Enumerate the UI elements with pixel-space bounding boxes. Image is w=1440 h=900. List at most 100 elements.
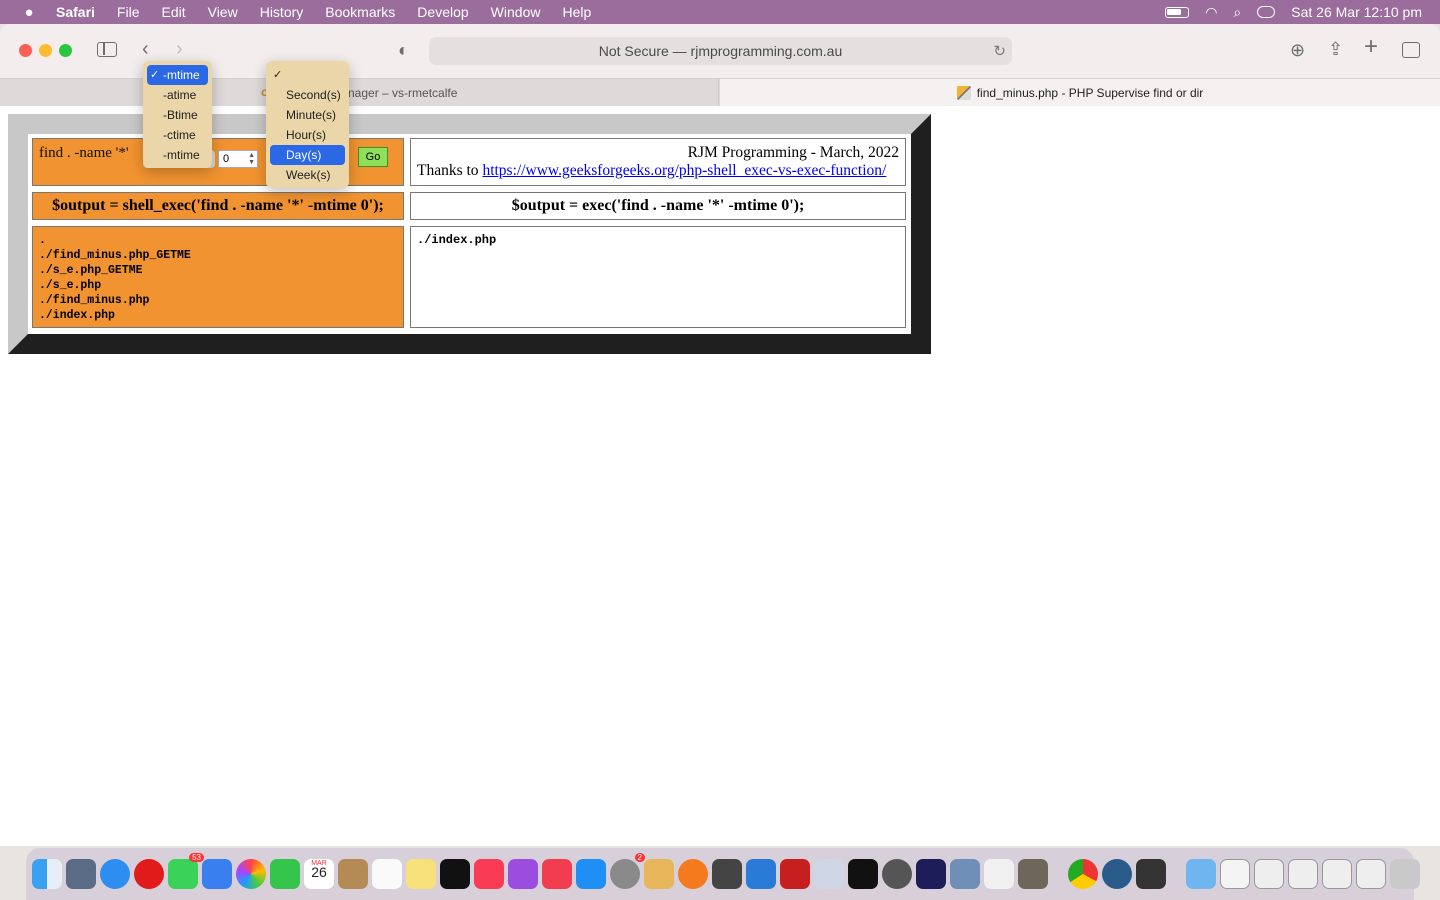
address-text: Not Secure — rjmprogramming.com.au <box>598 43 843 59</box>
tab-overview-icon[interactable] <box>1402 42 1420 58</box>
finder-icon[interactable] <box>32 859 62 889</box>
terminal-icon[interactable] <box>848 859 878 889</box>
utility-icon[interactable] <box>1136 859 1166 889</box>
sidebar-toggle-icon[interactable] <box>97 42 117 57</box>
geeksforgeeks-link[interactable]: https://www.geeksforgeeks.org/php-shell_… <box>482 162 886 179</box>
menu-file[interactable]: File <box>117 4 140 20</box>
option-seconds[interactable]: Second(s) <box>270 85 345 105</box>
reload-icon[interactable]: ↻ <box>993 42 1006 60</box>
reminders-icon[interactable] <box>372 859 402 889</box>
option-atime[interactable]: -atime <box>147 85 208 105</box>
filezilla-icon[interactable] <box>780 859 810 889</box>
address-bar[interactable]: Not Secure — rjmprogramming.com.au ↻ <box>429 37 1012 65</box>
option-days[interactable]: Day(s) <box>270 145 345 165</box>
checkmark-icon: ✓ <box>150 69 160 81</box>
menu-window[interactable]: Window <box>491 4 541 20</box>
safari-window: ‹ › ◐ Not Secure — rjmprogramming.com.au… <box>0 24 1440 846</box>
option-minutes[interactable]: Minute(s) <box>270 105 345 125</box>
preview-icon[interactable] <box>950 859 980 889</box>
window-thumbnail-icon[interactable] <box>1288 859 1318 889</box>
new-tab-icon[interactable]: + <box>1364 35 1378 59</box>
firefox-icon[interactable] <box>678 859 708 889</box>
apple-menu-icon[interactable]: ● <box>20 4 38 21</box>
wifi-icon[interactable]: ◠ <box>1205 4 1217 21</box>
find-command-text: find . -name '*' <box>39 145 129 161</box>
quicktime-icon[interactable] <box>1102 859 1132 889</box>
messages-badge: 53 <box>189 853 204 862</box>
option-mtime[interactable]: ✓ -mtime <box>147 65 208 85</box>
facetime-icon[interactable] <box>270 859 300 889</box>
apple-tv-icon[interactable] <box>440 859 470 889</box>
textedit-icon[interactable] <box>984 859 1014 889</box>
gimp-icon[interactable] <box>1018 859 1048 889</box>
contacts-icon[interactable] <box>338 859 368 889</box>
checkmark-icon: ✓ <box>273 69 283 81</box>
go-button[interactable]: Go <box>358 147 388 167</box>
shell-exec-output: . ./find_minus.php_GETME ./s_e.php_GETME… <box>32 226 404 328</box>
news-icon[interactable] <box>542 859 572 889</box>
app-store-icon[interactable] <box>576 859 606 889</box>
option-blank[interactable]: ✓ <box>270 65 345 85</box>
zoom-window-button[interactable] <box>59 44 72 57</box>
option-ctime[interactable]: -ctime <box>147 125 208 145</box>
menu-edit[interactable]: Edit <box>161 4 185 20</box>
photos-icon[interactable] <box>236 859 266 889</box>
clock[interactable]: Sat 26 Mar 12:10 pm <box>1291 4 1422 20</box>
window-thumbnail-icon[interactable] <box>1356 859 1386 889</box>
chrome-icon[interactable] <box>1068 859 1098 889</box>
opera-icon[interactable] <box>134 859 164 889</box>
window-thumbnail-icon[interactable] <box>1254 859 1284 889</box>
menu-bookmarks[interactable]: Bookmarks <box>325 4 395 20</box>
sequel-icon[interactable] <box>882 859 912 889</box>
menu-develop[interactable]: Develop <box>417 4 468 20</box>
menu-view[interactable]: View <box>208 4 238 20</box>
menu-help[interactable]: Help <box>562 4 591 20</box>
podcasts-icon[interactable] <box>508 859 538 889</box>
notes-icon[interactable] <box>406 859 436 889</box>
back-icon[interactable]: ‹ <box>142 39 149 59</box>
mail-icon[interactable] <box>202 859 232 889</box>
game-icon[interactable] <box>644 859 674 889</box>
option-weeks[interactable]: Week(s) <box>270 165 345 185</box>
messages-icon[interactable]: 53 <box>168 853 204 889</box>
web-page: find . -name '*' RJM Programming - March… <box>0 106 1440 846</box>
option-btime[interactable]: -Btime <box>147 105 208 125</box>
menu-history[interactable]: History <box>260 4 304 20</box>
tab-title: find_minus.php - PHP Supervise find or d… <box>976 85 1204 100</box>
tab-active[interactable]: find_minus.php - PHP Supervise find or d… <box>720 79 1440 106</box>
forward-icon[interactable]: › <box>176 39 183 59</box>
music-icon[interactable] <box>474 859 504 889</box>
calendar-icon[interactable]: MAR 26 <box>304 859 334 889</box>
shell-exec-heading: $output = shell_exec('find . -name '*' -… <box>32 192 404 220</box>
trash-icon[interactable] <box>1390 859 1420 889</box>
thanks-line: Thanks to https://www.geeksforgeeks.org/… <box>417 162 899 180</box>
share-icon[interactable]: ⇪ <box>1328 40 1343 58</box>
close-window-button[interactable] <box>19 44 32 57</box>
safari-icon[interactable] <box>100 859 130 889</box>
downloads-icon[interactable]: ⊕ <box>1290 41 1305 59</box>
window-thumbnail-icon[interactable] <box>1220 859 1250 889</box>
intellij-icon[interactable] <box>916 859 946 889</box>
launchpad-icon[interactable] <box>66 859 96 889</box>
system-preferences-icon[interactable]: 2 <box>610 853 645 889</box>
privacy-shield-icon[interactable]: ◐ <box>398 41 409 59</box>
thanks-prefix: Thanks to <box>417 162 483 179</box>
exec-heading: $output = exec('find . -name '*' -mtime … <box>410 192 906 220</box>
calculator-icon[interactable] <box>712 859 742 889</box>
xcode-icon[interactable] <box>746 859 776 889</box>
tab-inactive[interactable]: c nager – vs-rmetcalfe <box>0 79 719 106</box>
folder-icon[interactable] <box>1186 859 1216 889</box>
tab-title: nager – vs-rmetcalfe <box>348 85 458 100</box>
option-hours[interactable]: Hour(s) <box>270 125 345 145</box>
spotlight-icon[interactable]: ⌕ <box>1233 4 1241 21</box>
stepper-icon[interactable]: ▲ ▼ <box>248 152 255 166</box>
control-center-icon[interactable] <box>1257 6 1276 18</box>
window-thumbnail-icon[interactable] <box>1322 859 1352 889</box>
menu-bar: ● Safari File Edit View History Bookmark… <box>0 0 1440 24</box>
option-mtime-2[interactable]: -mtime <box>147 145 208 165</box>
time-amount-input[interactable]: 0 ▲ ▼ <box>218 150 258 168</box>
menu-app-name[interactable]: Safari <box>56 4 95 20</box>
bbedit-icon[interactable] <box>814 859 844 889</box>
battery-icon[interactable] <box>1165 6 1190 18</box>
minimize-window-button[interactable] <box>39 44 52 57</box>
